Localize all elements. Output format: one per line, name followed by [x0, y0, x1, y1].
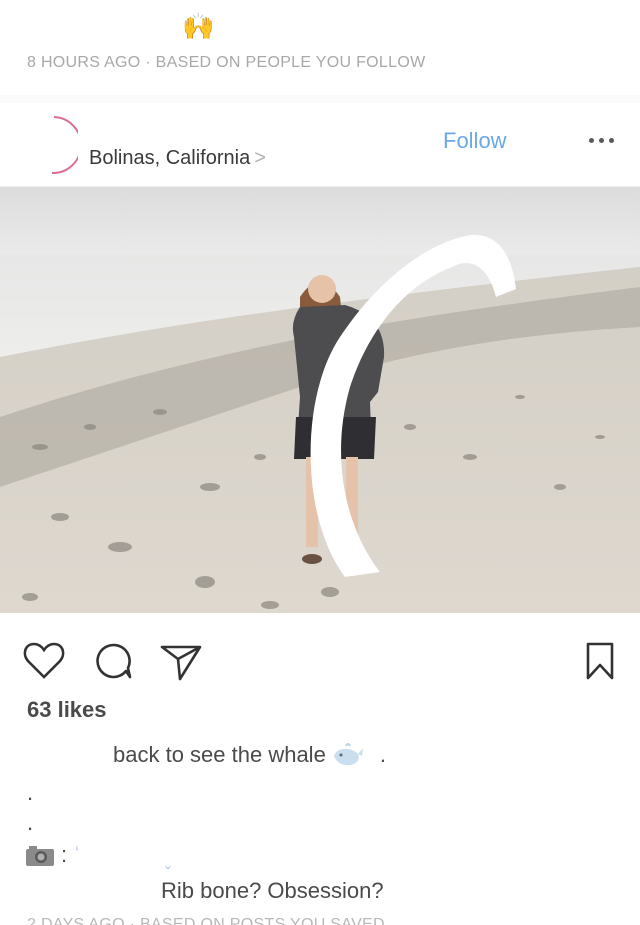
suggestion-notice: 🙌 8 HOURS AGO · BASED ON PEOPLE YOU FOLL…	[0, 0, 640, 95]
caption-dot: .	[27, 810, 34, 835]
suggestion-meta: 8 HOURS AGO · BASED ON PEOPLE YOU FOLLOW	[27, 54, 426, 71]
divider	[0, 95, 640, 103]
comment-icon[interactable]	[90, 637, 138, 685]
heart-icon[interactable]	[20, 637, 68, 685]
camera-colon: :	[61, 842, 68, 867]
bookmark-icon[interactable]	[576, 637, 624, 685]
likes-count[interactable]: 63 likes	[27, 697, 107, 723]
avatar[interactable]	[30, 111, 78, 175]
caption-dot: .	[27, 780, 34, 805]
caption-text: back to see the whale	[113, 742, 326, 767]
caption-suffix: .	[379, 742, 386, 767]
chevron-right-icon: >	[254, 147, 266, 169]
next-suggestion-meta: 2 DAYS AGO · BASED ON POSTS YOU SAVED	[27, 917, 385, 925]
comment-text: Rib bone? Obsession?	[161, 878, 384, 903]
whale-emoji-icon	[333, 743, 363, 766]
beach-photo	[0, 187, 640, 613]
mention-link[interactable]: ‘ ˇ	[75, 843, 171, 885]
camera-emoji-icon	[26, 846, 54, 866]
post-photo[interactable]	[0, 187, 640, 613]
location-label: Bolinas, California	[89, 147, 251, 169]
post-header: Bolinas, California > Follow	[0, 103, 640, 187]
more-options-icon[interactable]	[588, 129, 616, 149]
post-actions	[0, 613, 640, 693]
post-caption: back to see the whale.	[113, 742, 386, 768]
follow-button[interactable]: Follow	[443, 128, 507, 154]
send-icon[interactable]	[158, 637, 206, 685]
location-link[interactable]: Bolinas, California >	[89, 147, 266, 170]
raising-hands-icon: 🙌	[182, 12, 215, 42]
